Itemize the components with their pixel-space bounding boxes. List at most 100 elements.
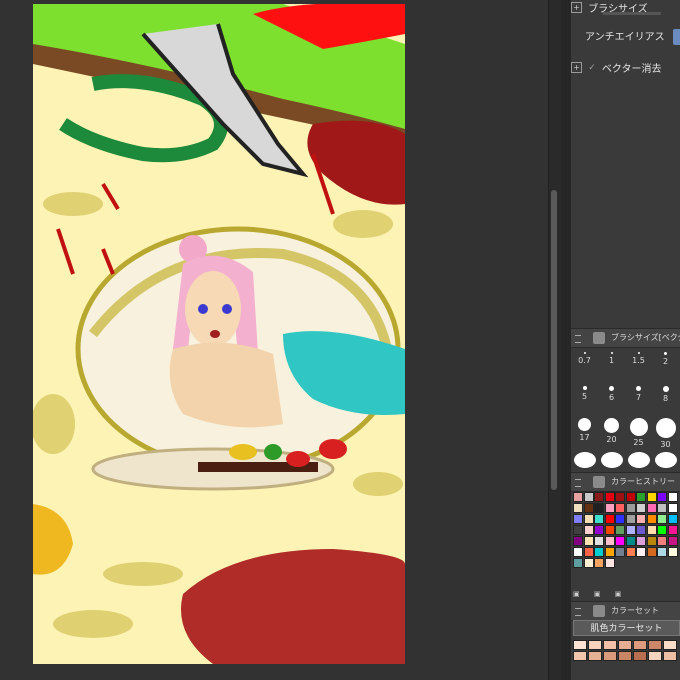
- color-swatch[interactable]: [573, 558, 583, 568]
- vector-erase-row[interactable]: + ✓ ベクター消去: [571, 60, 680, 74]
- color-swatch[interactable]: [667, 525, 678, 535]
- swap-icon[interactable]: ▣: [594, 590, 601, 598]
- color-swatch[interactable]: [583, 514, 594, 524]
- skin-color-swatch[interactable]: [618, 651, 632, 661]
- color-swatch[interactable]: [594, 514, 604, 524]
- color-swatch[interactable]: [636, 492, 646, 502]
- color-swatch[interactable]: [604, 514, 615, 524]
- color-swatch[interactable]: [604, 492, 615, 502]
- skin-color-swatch[interactable]: [588, 640, 602, 650]
- brush-size-cell[interactable]: 1: [598, 352, 625, 365]
- brush-size-cell[interactable]: 7: [625, 386, 652, 402]
- skin-color-swatch[interactable]: [603, 640, 617, 650]
- color-swatch[interactable]: [583, 536, 594, 546]
- brush-size-cell[interactable]: 6: [598, 386, 625, 402]
- brush-size-cell[interactable]: 5: [571, 386, 598, 401]
- color-swatch[interactable]: [667, 514, 678, 524]
- color-swatch[interactable]: [646, 503, 657, 513]
- brush-size-cell[interactable]: 20: [598, 418, 625, 444]
- color-swatch[interactable]: [667, 492, 678, 502]
- color-swatch[interactable]: [657, 503, 667, 513]
- color-swatch[interactable]: [594, 547, 604, 557]
- skin-color-swatch[interactable]: [633, 640, 647, 650]
- grip-icon[interactable]: [575, 608, 581, 616]
- color-swatch[interactable]: [604, 558, 615, 568]
- canvas-scrollbar-thumb[interactable]: [551, 190, 557, 490]
- color-swatch[interactable]: [583, 492, 594, 502]
- color-swatch[interactable]: [636, 514, 646, 524]
- color-swatch[interactable]: [583, 525, 594, 535]
- color-swatch[interactable]: [583, 547, 594, 557]
- color-swatch[interactable]: [594, 525, 604, 535]
- color-swatch[interactable]: [646, 514, 657, 524]
- color-swatch[interactable]: [667, 503, 678, 513]
- color-swatch[interactable]: [657, 547, 667, 557]
- expand-icon[interactable]: +: [571, 2, 582, 13]
- checkmark-icon[interactable]: ✓: [588, 63, 596, 73]
- brush-size-cell[interactable]: [625, 452, 652, 470]
- color-swatch[interactable]: [604, 503, 615, 513]
- color-swatch[interactable]: [594, 558, 604, 568]
- color-swatch[interactable]: [625, 547, 636, 557]
- color-swatch[interactable]: [646, 547, 657, 557]
- brush-size-cell[interactable]: 17: [571, 418, 598, 442]
- skin-color-swatch[interactable]: [603, 651, 617, 661]
- brush-size-palette-header[interactable]: ブラシサイズ[ベクター用]: [571, 328, 680, 348]
- brush-size-slider[interactable]: [601, 9, 680, 15]
- color-swatch[interactable]: [583, 503, 594, 513]
- color-swatch[interactable]: [615, 525, 625, 535]
- color-history-header[interactable]: カラーヒストリー: [571, 472, 680, 492]
- artwork-canvas[interactable]: [33, 4, 405, 664]
- color-swatch[interactable]: [594, 503, 604, 513]
- color-swatch[interactable]: [573, 492, 583, 502]
- color-swatch[interactable]: [646, 525, 657, 535]
- color-swatch[interactable]: [615, 536, 625, 546]
- color-swatch[interactable]: [604, 536, 615, 546]
- color-set-header[interactable]: カラーセット: [571, 601, 680, 621]
- brush-size-cell[interactable]: [598, 452, 625, 470]
- color-swatch[interactable]: [583, 558, 594, 568]
- skin-color-swatch[interactable]: [648, 640, 662, 650]
- brush-size-cell[interactable]: 8: [652, 386, 679, 403]
- color-swatch[interactable]: [573, 514, 583, 524]
- brush-size-cell[interactable]: 2: [652, 352, 679, 366]
- color-swatch[interactable]: [615, 492, 625, 502]
- skin-color-swatch[interactable]: [663, 640, 677, 650]
- antialias-toggle[interactable]: [673, 29, 680, 45]
- skin-color-swatch[interactable]: [573, 651, 587, 661]
- color-swatch[interactable]: [573, 503, 583, 513]
- history-icon[interactable]: ▣: [573, 590, 580, 598]
- color-swatch[interactable]: [667, 547, 678, 557]
- color-swatch[interactable]: [625, 492, 636, 502]
- color-swatch[interactable]: [636, 525, 646, 535]
- color-swatch[interactable]: [636, 536, 646, 546]
- color-swatch[interactable]: [657, 536, 667, 546]
- color-swatch[interactable]: [636, 547, 646, 557]
- color-swatch[interactable]: [615, 503, 625, 513]
- color-swatch[interactable]: [646, 492, 657, 502]
- color-swatch[interactable]: [667, 536, 678, 546]
- brush-size-cell[interactable]: [652, 452, 679, 470]
- brush-size-cell[interactable]: 30: [652, 418, 679, 449]
- color-swatch[interactable]: [625, 525, 636, 535]
- brush-size-cell[interactable]: 25: [625, 418, 652, 447]
- color-swatch[interactable]: [573, 525, 583, 535]
- color-swatch[interactable]: [646, 536, 657, 546]
- color-swatch[interactable]: [625, 536, 636, 546]
- brush-size-cell[interactable]: 0.7: [571, 352, 598, 365]
- skin-color-swatch[interactable]: [663, 651, 677, 661]
- canvas-area[interactable]: [0, 0, 548, 680]
- color-swatch[interactable]: [625, 503, 636, 513]
- antialias-row[interactable]: アンチエイリアス: [585, 30, 680, 46]
- brush-size-cell[interactable]: 1.5: [625, 352, 652, 365]
- color-swatch[interactable]: [636, 503, 646, 513]
- color-swatch[interactable]: [657, 525, 667, 535]
- color-swatch[interactable]: [625, 514, 636, 524]
- color-swatch[interactable]: [604, 525, 615, 535]
- skin-color-swatch[interactable]: [588, 651, 602, 661]
- skin-color-swatch[interactable]: [633, 651, 647, 661]
- skin-color-swatch[interactable]: [618, 640, 632, 650]
- menu-icon[interactable]: ▣: [615, 590, 622, 598]
- color-set-select[interactable]: 肌色カラーセット: [573, 620, 680, 636]
- color-swatch[interactable]: [594, 492, 604, 502]
